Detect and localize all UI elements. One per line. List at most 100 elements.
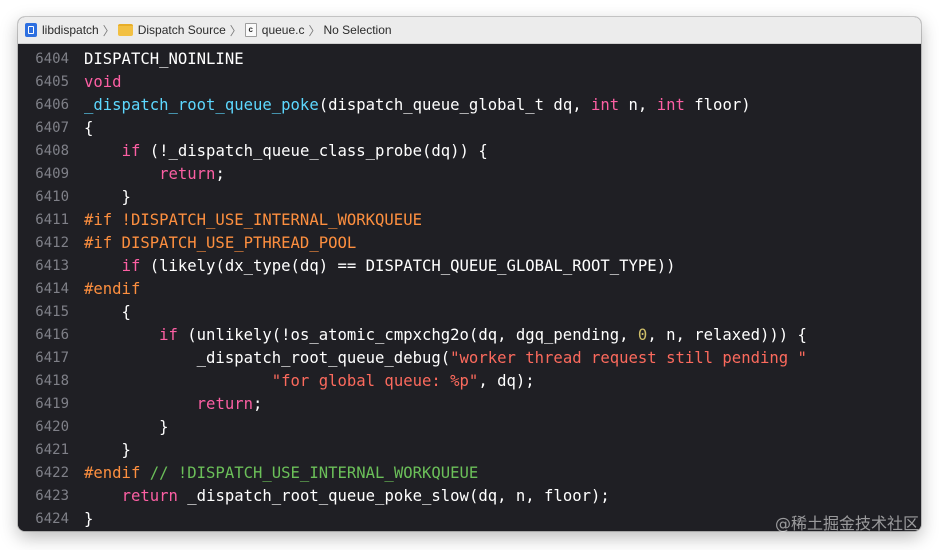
jumpbar-item-file[interactable]: c queue.c [244, 23, 304, 37]
line-number: 6405 [35, 74, 69, 90]
code-token: { [84, 119, 94, 137]
code-text: } [84, 439, 131, 462]
jumpbar-item-selection[interactable]: No Selection [324, 23, 392, 37]
code-token: } [84, 510, 94, 528]
line-number: 6416 [35, 327, 69, 343]
code-line[interactable]: 6406 _dispatch_root_queue_poke(dispatch_q… [18, 94, 921, 117]
code-token: return [196, 395, 254, 413]
code-line[interactable]: 6421 } [18, 439, 921, 462]
code-text: if (!_dispatch_queue_class_probe(dq)) { [84, 140, 488, 163]
code-line[interactable]: 6407 { [18, 117, 921, 140]
code-line[interactable]: 6410 } [18, 186, 921, 209]
code-token: if [121, 142, 141, 160]
code-token: ; [253, 395, 263, 413]
code-line[interactable]: 6408 if (!_dispatch_queue_class_probe(dq… [18, 140, 921, 163]
line-number: 6419 [35, 396, 69, 412]
code-token: return [159, 165, 216, 183]
jump-bar: libdispatch 〉 Dispatch Source 〉 c queue.… [18, 17, 921, 44]
code-token: // !DISPATCH_USE_INTERNAL_WORKQUEUE [149, 464, 479, 482]
code-token: #endif [84, 280, 141, 298]
line-number: 6412 [35, 235, 69, 251]
code-text: #endif // !DISPATCH_USE_INTERNAL_WORKQUE… [84, 462, 478, 485]
chevron-right-icon: 〉 [308, 23, 321, 38]
code-token: int [590, 96, 620, 114]
line-number: 6406 [35, 97, 69, 113]
code-token: , dq); [478, 372, 535, 390]
line-number: 6414 [35, 281, 69, 297]
code-line[interactable]: 6416 if (unlikely(!os_atomic_cmpxchg2o(d… [18, 324, 921, 347]
code-token: if [159, 326, 178, 344]
line-number: 6413 [35, 258, 69, 274]
code-token: _dispatch_root_queue_poke [84, 96, 319, 114]
code-token: void [84, 73, 122, 91]
code-text: DISPATCH_NOINLINE [84, 48, 244, 71]
code-text: { [84, 301, 131, 324]
code-token: if [121, 257, 141, 275]
code-text: #endif [84, 278, 140, 301]
code-text: } [84, 186, 131, 209]
code-token: "worker thread request still pending " [450, 349, 807, 367]
code-line[interactable]: 6422 #endif // !DISPATCH_USE_INTERNAL_WOR… [18, 462, 921, 485]
code-line[interactable]: 6409 return; [18, 163, 921, 186]
code-text: if (likely(dx_type(dq) == DISPATCH_QUEUE… [84, 255, 676, 278]
code-line[interactable]: 6405 void [18, 71, 921, 94]
line-number: 6422 [35, 465, 69, 481]
line-number: 6424 [35, 511, 69, 527]
code-line[interactable]: 6404 DISPATCH_NOINLINE [18, 48, 921, 71]
line-number: 6408 [35, 143, 69, 159]
code-text: void [84, 71, 122, 94]
line-number: 6404 [35, 51, 69, 67]
xcode-editor-window: libdispatch 〉 Dispatch Source 〉 c queue.… [18, 17, 921, 531]
folder-icon [117, 24, 133, 36]
code-token: _dispatch_root_queue_debug( [84, 349, 451, 367]
code-text: return; [84, 393, 263, 416]
code-token: ; [215, 165, 225, 183]
code-line[interactable]: 6414 #endif [18, 278, 921, 301]
code-line[interactable]: 6419 return; [18, 393, 921, 416]
jumpbar-item-project[interactable]: libdispatch [25, 23, 99, 37]
line-number: 6411 [35, 212, 69, 228]
watermark: @稀土掘金技术社区 [774, 514, 919, 533]
line-number: 6420 [35, 419, 69, 435]
code-line[interactable]: 6411 #if !DISPATCH_USE_INTERNAL_WORKQUEUE [18, 209, 921, 232]
jumpbar-item-folder[interactable]: Dispatch Source [117, 23, 226, 37]
chevron-right-icon: 〉 [229, 23, 242, 38]
chevron-right-icon: 〉 [102, 23, 115, 38]
code-line[interactable]: 6418 "for global queue: %p", dq); [18, 370, 921, 393]
code-text: } [84, 416, 168, 439]
jumpbar-label: No Selection [323, 23, 392, 37]
code-text: return _dispatch_root_queue_poke_slow(dq… [84, 485, 610, 508]
code-line[interactable]: 6420 } [18, 416, 921, 439]
code-line[interactable]: 6417 _dispatch_root_queue_debug("worker … [18, 347, 921, 370]
code-token: , n, relaxed))) { [647, 326, 807, 344]
code-token: (!_dispatch_queue_class_probe(dq)) { [140, 142, 488, 160]
code-token: 0 [637, 326, 648, 344]
code-text: #if !DISPATCH_USE_INTERNAL_WORKQUEUE [84, 209, 422, 232]
code-token: } [84, 188, 131, 206]
line-number: 6415 [35, 304, 69, 320]
code-text: { [84, 117, 93, 140]
code-token: #if !DISPATCH_USE_INTERNAL_WORKQUEUE [84, 211, 422, 229]
code-editor[interactable]: 6404 DISPATCH_NOINLINE 6405 void 6406 _dispat… [18, 44, 921, 531]
code-token: _dispatch_root_queue_poke_slow(dq, n, fl… [177, 487, 610, 505]
code-line[interactable]: 6415 { [18, 301, 921, 324]
code-token: (dispatch_queue_global_t dq, [318, 96, 591, 114]
code-text: _dispatch_root_queue_poke(dispatch_queue… [84, 94, 751, 117]
code-text: #if DISPATCH_USE_PTHREAD_POOL [84, 232, 356, 255]
code-text: } [84, 508, 93, 531]
code-line[interactable]: 6413 if (likely(dx_type(dq) == DISPATCH_… [18, 255, 921, 278]
line-number: 6417 [35, 350, 69, 366]
project-icon [25, 23, 37, 37]
line-number: 6423 [35, 488, 69, 504]
line-number: 6421 [35, 442, 69, 458]
code-token: { [84, 303, 131, 321]
code-token: "for global queue: %p" [271, 372, 479, 390]
code-line[interactable]: 6423 return _dispatch_root_queue_poke_sl… [18, 485, 921, 508]
code-line[interactable]: 6412 #if DISPATCH_USE_PTHREAD_POOL [18, 232, 921, 255]
